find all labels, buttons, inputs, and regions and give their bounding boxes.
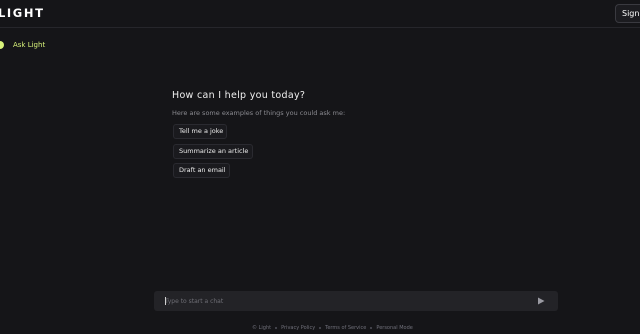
page-title: How can I help you today? — [172, 90, 306, 101]
send-icon[interactable] — [536, 296, 546, 306]
ask-light-dot-icon — [0, 41, 4, 49]
footer-copyright: © Light — [252, 325, 272, 331]
text-caret — [165, 297, 166, 305]
sidebar-item-ask-light[interactable]: Ask Light — [13, 41, 45, 49]
app-page: LIGHT Sign in Ask Light How can I help y… — [0, 0, 640, 334]
examples-subtext: Here are some examples of things you cou… — [172, 109, 346, 117]
suggestion-tell-joke-button[interactable]: Tell me a joke — [173, 124, 227, 139]
footer-terms-link[interactable]: Terms of Service — [325, 325, 366, 331]
footer-personal-mode-link[interactable]: Personal Mode — [376, 325, 412, 331]
chat-input[interactable] — [165, 293, 525, 309]
sign-in-button[interactable]: Sign in — [615, 4, 640, 23]
footer-privacy-link[interactable]: Privacy Policy — [281, 325, 315, 331]
footer-separator — [319, 327, 322, 329]
suggestion-summarize-article-button[interactable]: Summarize an article — [173, 144, 253, 159]
suggestion-draft-email-button[interactable]: Draft an email — [173, 163, 230, 178]
footer-separator — [370, 327, 373, 329]
light-logo[interactable]: LIGHT — [0, 6, 45, 20]
footer-links: © Light Privacy Policy Terms of Service … — [252, 325, 413, 331]
top-header: LIGHT Sign in — [0, 0, 640, 28]
footer-separator — [275, 327, 278, 329]
